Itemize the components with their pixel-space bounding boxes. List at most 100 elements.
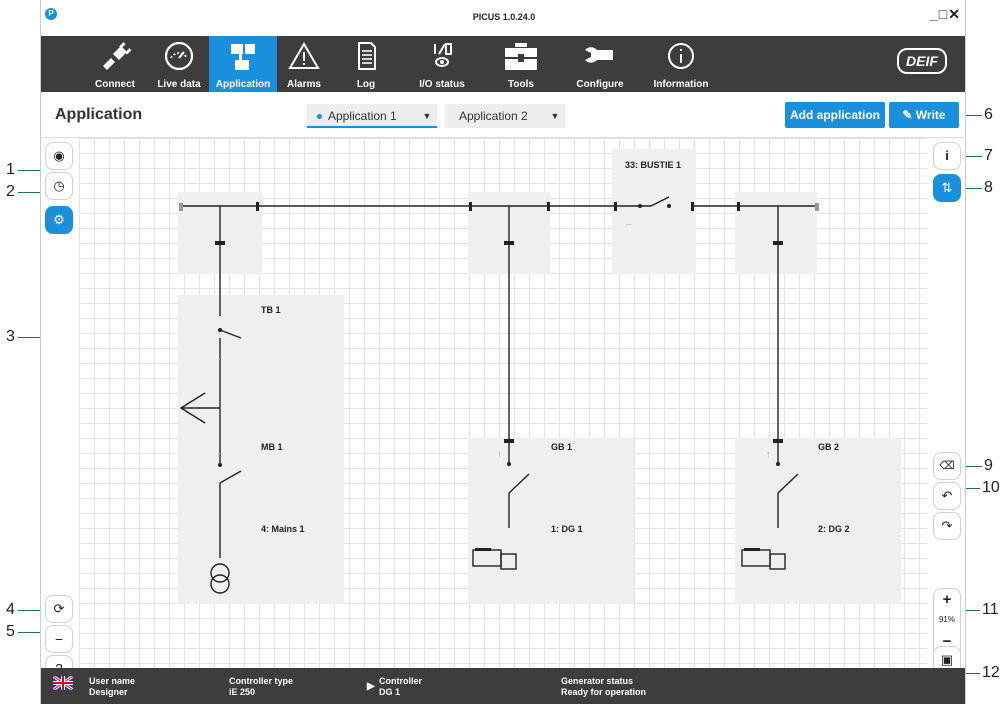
nav-label: I/O status — [419, 79, 465, 90]
user-info: User name Designer — [89, 676, 135, 698]
callout-7: 7 — [984, 147, 993, 164]
bustie-label: 33: BUSTIE 1 — [625, 160, 682, 170]
zoom-in-icon[interactable]: + — [934, 592, 960, 607]
write-label: Write — [915, 108, 946, 122]
dg2-label: 2: DG 2 — [818, 524, 850, 534]
eye-icon[interactable]: ◉ — [45, 142, 73, 170]
nav-label: Information — [653, 79, 709, 90]
left-toolbar: ◉ ◷ ⚙ ⟳ ⎯ ? — [41, 138, 79, 683]
pencil-icon: ✎ — [902, 108, 913, 122]
chevron-down-icon[interactable]: ▼ — [417, 104, 437, 128]
nav-log[interactable]: Log — [331, 36, 401, 92]
mains-label: 4: Mains 1 — [261, 524, 305, 534]
nav-label: Tools — [508, 79, 534, 90]
add-application-button[interactable]: Add application — [785, 102, 885, 128]
nav-io-status[interactable]: I/O status — [401, 36, 483, 92]
chevron-down-icon[interactable]: ▼ — [545, 104, 565, 128]
callout-2: 2 — [6, 183, 15, 200]
log-icon — [358, 42, 376, 70]
tab-label: Application 2 — [459, 109, 528, 123]
nav-label: Connect — [95, 79, 135, 90]
info-icon[interactable]: i — [933, 142, 961, 170]
svg-text:↑: ↑ — [217, 450, 222, 460]
undo-icon[interactable]: ↶ — [933, 482, 961, 510]
nav-label: Alarms — [287, 79, 321, 90]
tab-application-1[interactable]: Application 1 ▼ — [307, 104, 437, 128]
io-status-icon — [434, 43, 452, 67]
ctrl-value: DG 1 — [379, 687, 401, 697]
gear-icon[interactable]: ⚙ — [45, 206, 73, 234]
callout-4: 4 — [6, 601, 15, 618]
right-toolbar: i ⇅ ⌫ ↶ ↷ + 91% − ▣ — [927, 138, 965, 674]
write-button[interactable]: ✎ Write — [889, 102, 959, 128]
gb1-label: GB 1 — [551, 442, 573, 452]
nav-information[interactable]: Information — [641, 36, 721, 92]
single-line-diagram: ← ↓ ↑ ↑ ↑ — [178, 149, 901, 604]
nav-label: Configure — [576, 79, 624, 90]
user-title: User name — [89, 676, 136, 686]
nav-label: Log — [356, 79, 376, 90]
mb-label: MB 1 — [261, 442, 283, 452]
window-controls[interactable]: _□✕ — [930, 6, 961, 23]
gen-value: Ready for operation — [561, 687, 647, 697]
gauge-icon[interactable]: ◷ — [45, 172, 73, 200]
nav-application[interactable]: Application — [209, 36, 277, 92]
language-flag-icon[interactable] — [53, 676, 73, 690]
app-window: P PICUS 1.0.24.0 _□✕ Connect Live data A… — [40, 0, 966, 704]
callout-12: 12 — [982, 664, 1000, 681]
svg-text:↑: ↑ — [766, 449, 771, 459]
zoom-level: 91% — [938, 615, 955, 624]
application-canvas[interactable]: ← ↓ ↑ ↑ ↑ — [79, 138, 927, 668]
brand-logo: DEIF — [897, 48, 947, 74]
callout-3: 3 — [6, 328, 15, 345]
user-value: Designer — [89, 687, 128, 697]
gauge-icon — [164, 41, 194, 71]
title-bar: P PICUS 1.0.24.0 _□✕ — [41, 0, 965, 36]
ctype-title: Controller type — [229, 676, 294, 686]
callout-10: 10 — [982, 479, 1000, 496]
tb-label: TB 1 — [261, 305, 281, 315]
svg-text:↑: ↑ — [497, 449, 502, 459]
nav-label: Live data — [157, 79, 201, 90]
wrench-icon[interactable]: ⎯ — [45, 625, 73, 653]
refresh-icon[interactable]: ⟳ — [45, 595, 73, 623]
callout-8: 8 — [984, 179, 993, 196]
info-icon — [668, 43, 694, 69]
toolbox-icon — [505, 43, 537, 70]
svg-text:↓: ↓ — [217, 352, 222, 362]
dg1-label: 1: DG 1 — [551, 524, 583, 534]
svg-text:←: ← — [624, 218, 633, 228]
callout-11: 11 — [982, 601, 999, 618]
active-dot-icon — [317, 114, 322, 119]
nav-tools[interactable]: Tools — [483, 36, 559, 92]
ctype-value: iE 250 — [229, 687, 256, 697]
application-icon — [231, 44, 255, 70]
warning-icon — [288, 42, 320, 69]
nav-live-data[interactable]: Live data — [149, 36, 209, 92]
callout-5: 5 — [6, 623, 15, 640]
gb2-label: GB 2 — [818, 442, 840, 452]
status-bar: User name Designer Controller type iE 250 … — [41, 668, 965, 704]
window-title: PICUS 1.0.24.0 — [472, 12, 536, 22]
app-header: Application Application 1 ▼ Application … — [41, 92, 965, 138]
callout-6: 6 — [984, 106, 993, 123]
controller-info[interactable]: ▶ Controller DG 1 — [367, 676, 422, 698]
delete-icon[interactable]: ⌫ — [933, 452, 961, 480]
nav-configure[interactable]: Configure — [559, 36, 641, 92]
page-title: Application — [55, 106, 143, 123]
controller-type-info: Controller type iE 250 — [229, 676, 293, 698]
nav-alarms[interactable]: Alarms — [277, 36, 331, 92]
ctrl-title: Controller — [379, 676, 423, 686]
wrench-icon — [585, 47, 613, 63]
tab-application-2[interactable]: Application 2 ▼ — [445, 104, 565, 128]
generator-status: Generator status Ready for operation — [561, 676, 646, 698]
sliders-icon[interactable]: ⇅ — [933, 174, 961, 202]
tab-label: Application 1 — [328, 109, 397, 123]
redo-icon[interactable]: ↷ — [933, 512, 961, 540]
play-icon: ▶ — [367, 681, 375, 692]
main-nav: Connect Live data Application Alarms Log… — [41, 36, 965, 92]
gen-title: Generator status — [561, 676, 634, 686]
callout-1: 1 — [6, 161, 15, 178]
nav-label: Application — [215, 79, 271, 90]
nav-connect[interactable]: Connect — [81, 36, 149, 92]
